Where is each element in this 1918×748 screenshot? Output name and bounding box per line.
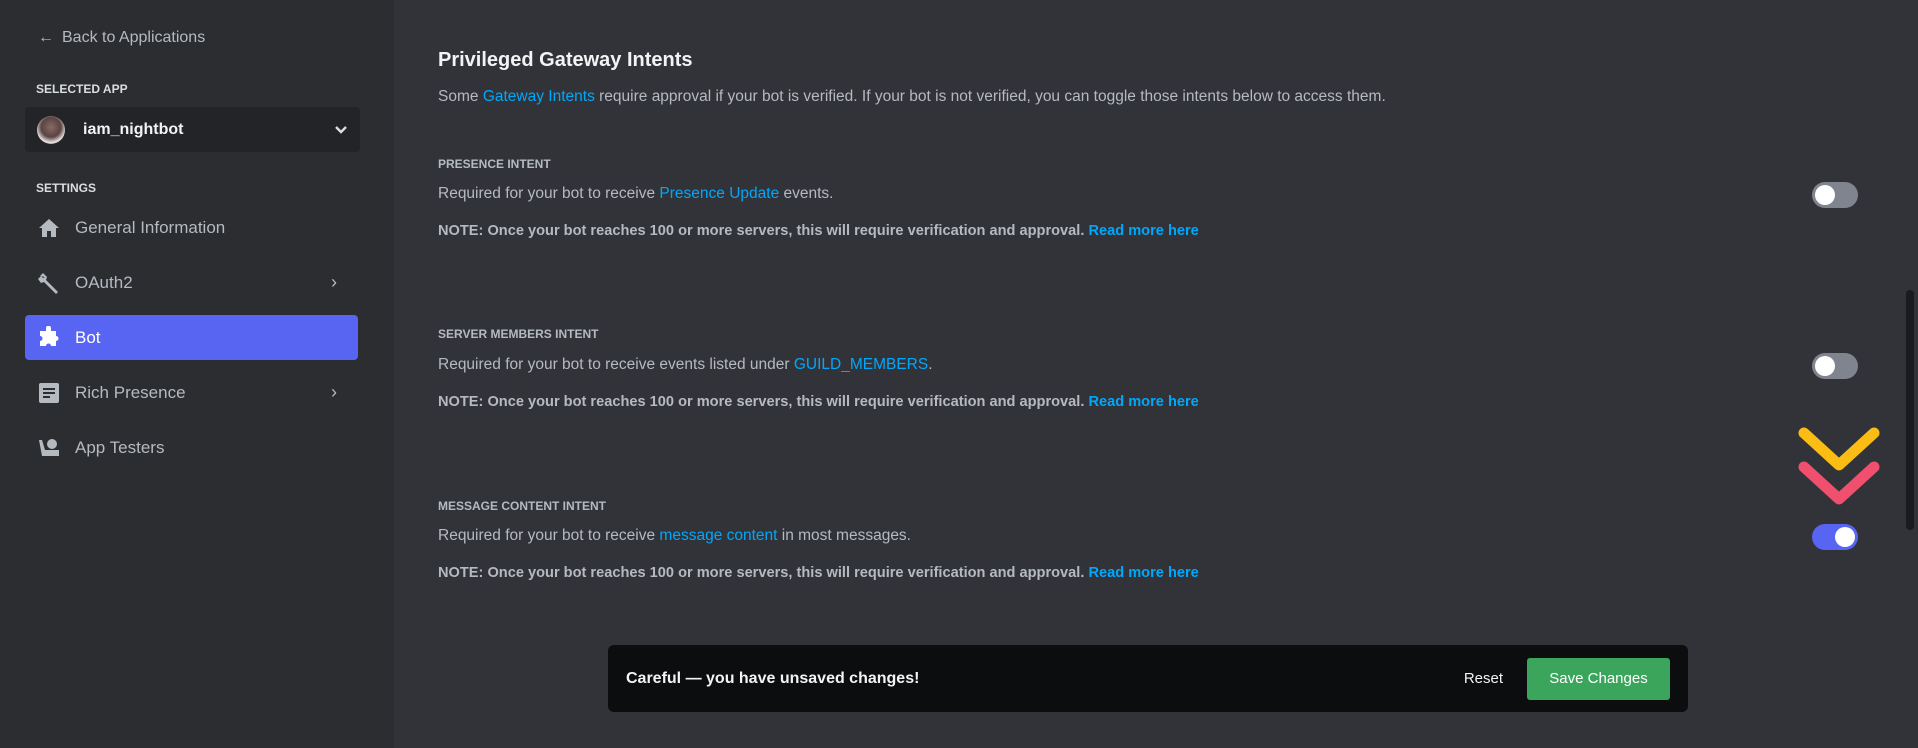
read-more-link[interactable]: Read more here [1088, 565, 1198, 581]
wrench-icon [36, 271, 62, 295]
save-changes-button[interactable]: Save Changes [1527, 657, 1670, 700]
message-content-intent-toggle[interactable] [1812, 524, 1858, 550]
scrollbar[interactable] [1906, 290, 1914, 530]
selected-app-label: SELECTED APP [36, 82, 128, 96]
read-more-link[interactable]: Read more here [1088, 223, 1198, 239]
unsaved-changes-bar: Careful — you have unsaved changes! Rese… [608, 645, 1688, 712]
avatar [37, 115, 65, 144]
sidebar-item-oauth2[interactable]: OAuth2 › [25, 260, 358, 305]
main-content: Privileged Gateway Intents Some Gateway … [394, 0, 1918, 748]
document-icon [36, 381, 62, 405]
app-name: iam_nightbot [83, 120, 184, 138]
intent-note: NOTE: Once your bot reaches 100 or more … [438, 565, 1199, 581]
intent-heading: MESSAGE CONTENT INTENT [438, 499, 607, 513]
user-icon [36, 436, 62, 460]
intent-description: Required for your bot to receive Presenc… [438, 185, 834, 202]
back-to-applications-link[interactable]: ← Back to Applications [38, 29, 205, 47]
server-members-intent-toggle[interactable] [1812, 353, 1858, 379]
settings-label: SETTINGS [36, 181, 97, 195]
sidebar-item-rich-presence[interactable]: Rich Presence › [25, 370, 358, 415]
reset-button[interactable]: Reset [1464, 670, 1503, 687]
guild-members-link[interactable]: GUILD_MEMBERS [794, 356, 928, 373]
arrow-left-icon: ← [38, 29, 54, 46]
sidebar: ← Back to Applications SELECTED APP iam_… [0, 0, 394, 748]
presence-update-link[interactable]: Presence Update [659, 185, 779, 202]
page-title: Privileged Gateway Intents [438, 49, 693, 71]
intent-note: NOTE: Once your bot reaches 100 or more … [438, 223, 1199, 239]
sidebar-item-bot[interactable]: Bot [25, 315, 358, 360]
double-chevron-down-icon [1798, 427, 1880, 505]
chevron-right-icon: › [331, 382, 337, 402]
sidebar-item-general-information[interactable]: General Information [25, 205, 358, 250]
home-icon [36, 216, 62, 240]
intent-description: Required for your bot to receive events … [438, 356, 933, 373]
puzzle-icon [36, 325, 62, 350]
message-content-link[interactable]: message content [659, 527, 777, 544]
page-subtitle: Some Gateway Intents require approval if… [438, 88, 1386, 105]
chevron-down-icon [335, 125, 347, 134]
sidebar-item-app-testers[interactable]: App Testers [25, 425, 358, 470]
intent-heading: PRESENCE INTENT [438, 157, 551, 171]
unsaved-changes-message: Careful — you have unsaved changes! [626, 669, 920, 687]
intent-note: NOTE: Once your bot reaches 100 or more … [438, 394, 1199, 410]
read-more-link[interactable]: Read more here [1088, 394, 1198, 410]
gateway-intents-link[interactable]: Gateway Intents [483, 88, 595, 105]
app-selector[interactable]: iam_nightbot [25, 107, 360, 152]
chevron-right-icon: › [331, 272, 337, 292]
intent-description: Required for your bot to receive message… [438, 527, 911, 544]
presence-intent-toggle[interactable] [1812, 182, 1858, 208]
intent-heading: SERVER MEMBERS INTENT [438, 327, 599, 341]
